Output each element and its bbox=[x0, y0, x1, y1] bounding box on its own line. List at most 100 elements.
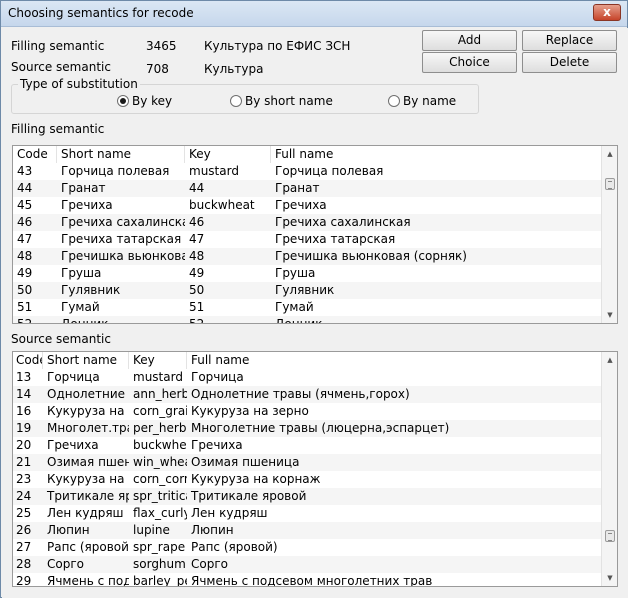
cell-code: 13 bbox=[16, 370, 32, 384]
table-row[interactable]: 23 Кукуруза на кор corn_corn Кукуруза на ко… bbox=[13, 471, 601, 488]
scroll-thumb[interactable] bbox=[605, 178, 615, 190]
table-row[interactable]: 13 Горчица mustard Горчица bbox=[13, 369, 601, 386]
source-semantic-grid[interactable]: Code Short name Key Full name 13 Горчица m… bbox=[12, 351, 618, 587]
delete-button[interactable]: Delete bbox=[522, 52, 617, 73]
cell-short-name: Гранат bbox=[61, 181, 106, 195]
column-header-full-name[interactable]: Full name bbox=[271, 146, 603, 163]
cell-short-name: Кукуруза на зер bbox=[47, 404, 129, 418]
cell-key: 52 bbox=[185, 316, 271, 323]
radio-by-key-indicator[interactable] bbox=[117, 95, 129, 107]
cell-short-name: Гумай bbox=[61, 300, 100, 314]
filling-grid-scrollbar[interactable]: ▲ ▼ bbox=[601, 146, 617, 323]
cell-full-name: Кукуруза на зерно bbox=[191, 404, 309, 418]
table-row[interactable]: 26 Люпин lupine Люпин bbox=[13, 522, 601, 539]
scroll-down-icon[interactable]: ▼ bbox=[602, 570, 617, 586]
cell-full-name: Озимая пшеница bbox=[191, 455, 300, 469]
filling-semantic-label: Filling semantic bbox=[11, 39, 105, 53]
table-row[interactable]: 48 Гречишка вьюнковая (48 Гречишка вьюнков… bbox=[13, 248, 601, 265]
title-bar: Choosing semantics for recode x bbox=[1, 1, 627, 27]
column-header-key[interactable]: Key bbox=[129, 352, 187, 369]
scroll-thumb[interactable] bbox=[605, 530, 615, 542]
filling-grid-header: Code Short name Key Full name bbox=[13, 146, 617, 163]
cell-key: 46 bbox=[189, 215, 205, 229]
table-row[interactable]: 49 Груша 49 Груша bbox=[13, 265, 601, 282]
table-row[interactable]: 44 Гранат 44 Гранат bbox=[13, 180, 601, 197]
table-row[interactable]: 27 Рапс (яровой) spr_rape Рапс (яровой) bbox=[13, 539, 601, 556]
radio-by-key[interactable]: By key bbox=[117, 94, 172, 108]
cell-full-name: Груша bbox=[275, 266, 316, 280]
choice-button[interactable]: Choice bbox=[422, 52, 517, 73]
column-header-key[interactable]: Key bbox=[185, 146, 271, 163]
cell-full-name: Однолетние травы (ячмень,горох) bbox=[191, 387, 410, 401]
cell-code: 26 bbox=[16, 523, 32, 537]
cell-full-name: Гречиха bbox=[275, 198, 327, 212]
radio-by-short-name[interactable]: By short name bbox=[230, 94, 333, 108]
column-header-short-name[interactable]: Short name bbox=[43, 352, 129, 369]
table-row[interactable]: 50 Гулявник 50 Гулявник bbox=[13, 282, 601, 299]
source-grid-body: 13 Горчица mustard Горчица 14 Однолетние тра a… bbox=[13, 369, 601, 586]
table-row[interactable]: 45 Гречиха buckwheat Гречиха bbox=[13, 197, 601, 214]
cell-key: 50 bbox=[189, 283, 205, 297]
cell-code: 43 bbox=[17, 164, 33, 178]
cell-key: barley_per bbox=[133, 574, 187, 586]
scroll-up-icon[interactable]: ▲ bbox=[602, 352, 617, 368]
cell-full-name: Тритикале яровой bbox=[191, 489, 307, 503]
table-row[interactable]: 51 Гумай 51 Гумай bbox=[13, 299, 601, 316]
cell-short-name: Горчица полевая bbox=[61, 164, 170, 178]
column-header-code[interactable]: Code bbox=[13, 146, 57, 163]
filling-grid-body: 43 Горчица полевая mustard Горчица полевая 4… bbox=[13, 163, 601, 323]
cell-key: 51 bbox=[189, 300, 205, 314]
radio-by-name[interactable]: By name bbox=[388, 94, 456, 108]
source-semantic-code: 708 bbox=[146, 62, 169, 76]
cell-code: 46 bbox=[17, 215, 33, 229]
table-row[interactable]: 46 Гречиха сахалинская 46 Гречиха сахалинск… bbox=[13, 214, 601, 231]
cell-full-name: Гулявник bbox=[275, 283, 335, 297]
table-row[interactable]: 24 Тритикале ярові spr_tritical Тритикале я… bbox=[13, 488, 601, 505]
replace-button[interactable]: Replace bbox=[522, 30, 617, 51]
cell-short-name: Гречиха bbox=[61, 198, 113, 212]
scroll-up-icon[interactable]: ▲ bbox=[602, 146, 617, 162]
column-header-full-name[interactable]: Full name bbox=[187, 352, 603, 369]
close-button[interactable]: x bbox=[593, 4, 621, 21]
radio-by-short-name-indicator[interactable] bbox=[230, 95, 242, 107]
source-grid-header: Code Short name Key Full name bbox=[13, 352, 617, 369]
cell-short-name: Люпин bbox=[47, 523, 90, 537]
source-grid-label: Source semantic bbox=[11, 332, 111, 346]
source-grid-scrollbar[interactable]: ▲ ▼ bbox=[601, 352, 617, 586]
table-row[interactable]: 19 Многолет.травь per_herbs Многолетние тра… bbox=[13, 420, 601, 437]
source-semantic-label: Source semantic bbox=[11, 60, 111, 74]
column-header-code[interactable]: Code bbox=[13, 352, 43, 369]
cell-key: corn_grain bbox=[133, 404, 187, 418]
cell-short-name: Горчица bbox=[47, 370, 100, 384]
table-row[interactable]: 21 Озимая пшениц win_wheat Озимая пшеница bbox=[13, 454, 601, 471]
column-header-short-name[interactable]: Short name bbox=[57, 146, 185, 163]
radio-by-name-indicator[interactable] bbox=[388, 95, 400, 107]
table-row[interactable]: 14 Однолетние тра ann_herbs Однолетние трав… bbox=[13, 386, 601, 403]
cell-full-name: Многолетние травы (люцерна,эспарцет) bbox=[191, 421, 450, 435]
filling-semantic-code: 3465 bbox=[146, 39, 177, 53]
table-row[interactable]: 20 Гречиха buckwheat Гречиха bbox=[13, 437, 601, 454]
table-row[interactable]: 16 Кукуруза на зер corn_grain Кукуруза на з… bbox=[13, 403, 601, 420]
table-row[interactable]: 52Донник52Донник bbox=[13, 316, 601, 323]
window-title: Choosing semantics for recode bbox=[8, 6, 194, 20]
table-row[interactable]: 47 Гречиха татарская 47 Гречиха татарская bbox=[13, 231, 601, 248]
add-button[interactable]: Add bbox=[422, 30, 517, 51]
cell-key: 47 bbox=[189, 232, 205, 246]
scroll-down-icon[interactable]: ▼ bbox=[602, 307, 617, 323]
cell-code: 27 bbox=[16, 540, 32, 554]
table-row[interactable]: 28 Сорго sorghum Сорго bbox=[13, 556, 601, 573]
cell-code: 49 bbox=[17, 266, 33, 280]
cell-code: 14 bbox=[16, 387, 32, 401]
table-row[interactable]: 43 Горчица полевая mustard Горчица полевая bbox=[13, 163, 601, 180]
cell-code: 47 bbox=[17, 232, 33, 246]
substitution-label: Type of substitution bbox=[18, 77, 140, 91]
cell-key: 49 bbox=[189, 266, 205, 280]
filling-semantic-name: Культура по ЕФИС ЗСН bbox=[204, 39, 351, 53]
cell-key: sorghum bbox=[133, 557, 186, 571]
cell-code: 50 bbox=[17, 283, 33, 297]
cell-full-name: Лен кудряш bbox=[191, 506, 268, 520]
filling-semantic-grid[interactable]: Code Short name Key Full name 43 Горчица … bbox=[12, 145, 618, 324]
cell-key: spr_rape bbox=[133, 540, 186, 554]
table-row[interactable]: 29 Ячмень с подсе barley_per Ячмень с подсе… bbox=[13, 573, 601, 586]
table-row[interactable]: 25 Лен кудряш flax_curly Лен кудряш bbox=[13, 505, 601, 522]
